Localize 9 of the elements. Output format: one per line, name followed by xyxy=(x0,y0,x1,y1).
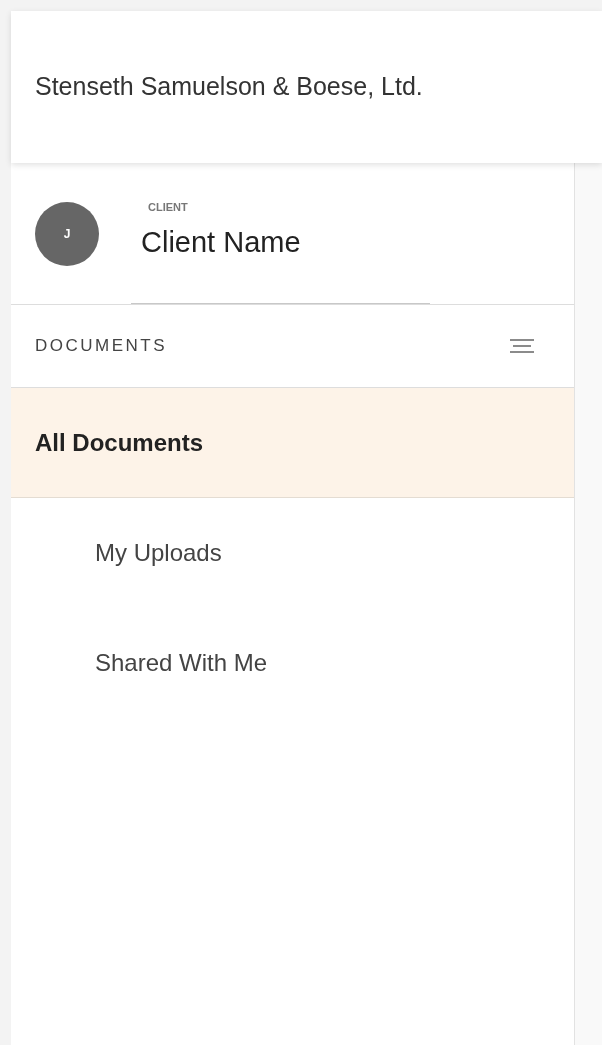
client-name: Client Name xyxy=(141,225,301,260)
firm-title: Stenseth Samuelson & Boese, Ltd. xyxy=(35,71,423,103)
client-label: CLIENT xyxy=(148,199,189,215)
nav-item[interactable]: Shared With Me xyxy=(11,608,574,718)
nav-item[interactable]: My Uploads xyxy=(11,498,574,608)
section-heading: DOCUMENTS xyxy=(35,335,168,358)
nav-item[interactable]: All Documents xyxy=(11,388,574,498)
client-avatar[interactable]: J xyxy=(35,201,99,266)
menu-icon[interactable] xyxy=(510,339,534,353)
